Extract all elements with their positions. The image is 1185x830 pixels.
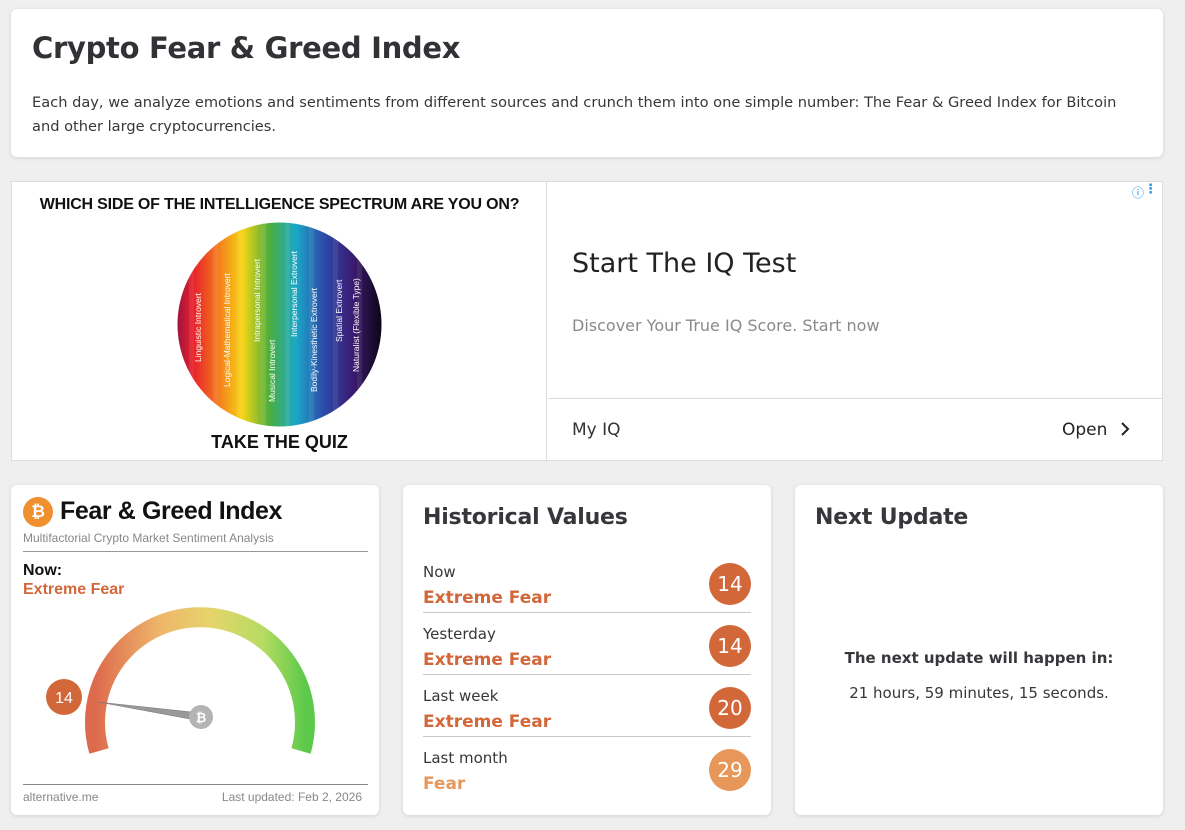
- ad-brand: My IQ: [572, 420, 621, 440]
- info-icon[interactable]: ⓘ: [1132, 184, 1144, 201]
- spectrum-label: Interpersonal Extrovert: [289, 250, 299, 337]
- historical-classification: Fear: [423, 774, 466, 794]
- spectrum-label: Intrapersonal Introvert: [252, 258, 262, 342]
- historical-value-badge: 14: [709, 625, 751, 667]
- historical-row: Last month Fear 29: [423, 737, 751, 799]
- intro-card: Crypto Fear & Greed Index Each day, we a…: [11, 9, 1163, 157]
- historical-period: Last month: [423, 749, 508, 767]
- spectrum-label: Naturalist (Flexible Type): [351, 278, 361, 372]
- ad-divider: [548, 398, 1162, 399]
- sentiment-gauge: ₿ 14: [46, 607, 315, 754]
- page-title: Crypto Fear & Greed Index: [32, 31, 461, 65]
- ad-open-button[interactable]: Open: [1062, 420, 1131, 440]
- intelligence-spectrum-circle: Linguistic Introvert Logical-Mathematical…: [177, 222, 382, 427]
- historical-row: Yesterday Extreme Fear 14: [423, 613, 751, 675]
- historical-period: Now: [423, 563, 456, 581]
- historical-values-card: Historical Values Now Extreme Fear 14 Yeste…: [403, 485, 771, 815]
- historical-period: Last week: [423, 687, 499, 705]
- fear-greed-widget: ₿ Fear & Greed Index Multifactorial Cryp…: [11, 485, 379, 815]
- ad-image-cta: TAKE THE QUIZ: [211, 432, 348, 452]
- next-update-card: Next Update The next update will happen …: [795, 485, 1163, 815]
- spectrum-label: Bodily-Kinesthetic Extrovert: [309, 287, 319, 392]
- gauge-value: 14: [55, 690, 73, 707]
- next-update-title: Next Update: [815, 505, 969, 530]
- widget-title: Fear & Greed Index: [60, 497, 283, 525]
- last-updated: Last updated: Feb 2, 2026: [221, 790, 362, 804]
- widget-subtitle: Multifactorial Crypto Market Sentiment A…: [23, 531, 274, 545]
- spectrum-label: Spatial Extrovert: [334, 279, 344, 342]
- page-description: Each day, we analyze emotions and sentim…: [32, 94, 1117, 135]
- next-update-label: The next update will happen in:: [844, 649, 1114, 667]
- historical-value-badge: 29: [709, 749, 751, 791]
- spectrum-label: Linguistic Introvert: [193, 292, 203, 362]
- ad-image-question: WHICH SIDE OF THE INTELLIGENCE SPECTRUM …: [39, 196, 520, 213]
- historical-value-badge: 20: [709, 687, 751, 729]
- ad-image[interactable]: WHICH SIDE OF THE INTELLIGENCE SPECTRUM …: [12, 182, 547, 460]
- ad-subtitle: Discover Your True IQ Score. Start now: [572, 316, 880, 335]
- historical-classification: Extreme Fear: [423, 712, 552, 732]
- historical-period: Yesterday: [423, 625, 496, 643]
- chevron-right-icon: [1121, 422, 1130, 436]
- ad-title[interactable]: Start The IQ Test: [572, 248, 796, 279]
- spectrum-label: Logical-Mathematical Introvert: [222, 273, 232, 387]
- historical-classification: Extreme Fear: [423, 588, 552, 608]
- footer-divider: [23, 784, 368, 785]
- site-credit[interactable]: alternative.me: [23, 790, 98, 804]
- historical-row: Now Extreme Fear 14: [423, 551, 751, 613]
- now-label: Now:: [23, 562, 63, 579]
- bitcoin-hub-icon: ₿: [196, 711, 207, 726]
- ad-open-label: Open: [1062, 420, 1108, 440]
- bitcoin-icon: ₿: [23, 497, 53, 527]
- gauge-needle: [97, 701, 202, 722]
- historical-title: Historical Values: [423, 505, 628, 530]
- next-update-countdown: 21 hours, 59 minutes, 15 seconds.: [849, 684, 1109, 702]
- historical-value-badge: 14: [709, 563, 751, 605]
- divider: [23, 551, 368, 552]
- historical-row: Last week Extreme Fear 20: [423, 675, 751, 737]
- historical-classification: Extreme Fear: [423, 650, 552, 670]
- advertisement[interactable]: WHICH SIDE OF THE INTELLIGENCE SPECTRUM …: [11, 181, 1163, 461]
- more-vertical-icon[interactable]: ⋮: [1144, 182, 1157, 197]
- spectrum-label: Musical Introvert: [267, 339, 277, 402]
